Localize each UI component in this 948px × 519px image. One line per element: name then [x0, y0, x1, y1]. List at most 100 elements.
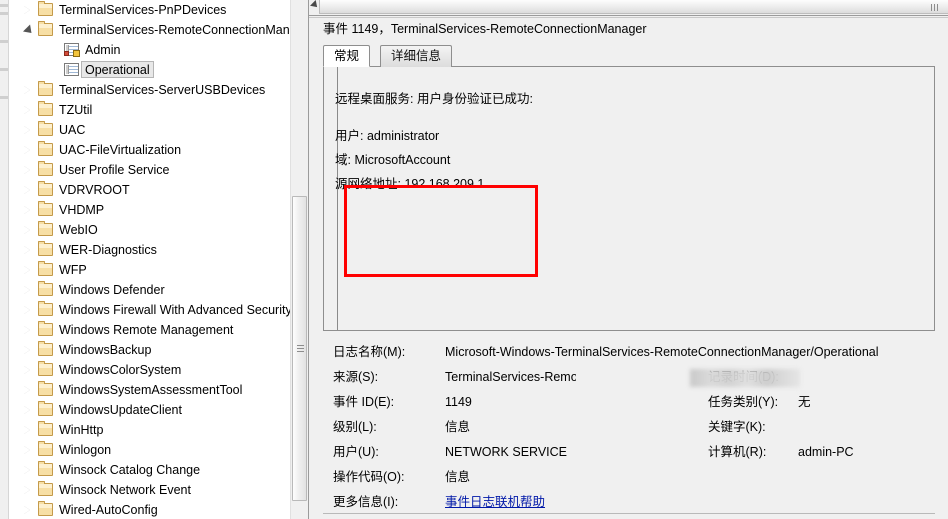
table-row: 事件 ID(E): 1149 任务类别(Y): 无 [323, 390, 935, 415]
chevron-right-icon[interactable] [24, 345, 33, 355]
tree-item-windowscolorsystem[interactable]: WindowsColorSystem [8, 360, 290, 380]
opcode-value: 信息 [445, 470, 471, 484]
chevron-right-icon[interactable] [24, 205, 33, 215]
tree-item-windows-defender[interactable]: Windows Defender [8, 280, 290, 300]
tree-item-winlogon[interactable]: Winlogon [8, 440, 290, 460]
folder-icon [38, 1, 53, 16]
tree-item-wfp[interactable]: WFP [8, 260, 290, 280]
computer-label: 计算机(R): [708, 445, 767, 459]
event-id-label: 事件 ID(E): [333, 395, 395, 409]
tab-general[interactable]: 常规 [323, 45, 371, 67]
tree-item-wer-diagnostics[interactable]: WER-Diagnostics [8, 240, 290, 260]
chevron-right-icon[interactable] [24, 385, 33, 395]
table-row: 级别(L): 信息 关键字(K): [323, 415, 935, 440]
chevron-right-icon[interactable] [24, 245, 33, 255]
tree-item-label: WinHttp [59, 423, 104, 437]
chevron-right-icon[interactable] [24, 185, 33, 195]
chevron-right-icon[interactable] [24, 465, 33, 475]
folder-icon [38, 321, 53, 336]
lock-badge-icon [73, 50, 80, 57]
tree-scrollbar-thumb[interactable] [292, 196, 307, 501]
tree-item-label: VHDMP [59, 203, 105, 217]
tree-vertical-scrollbar[interactable] [290, 0, 308, 519]
folder-icon [38, 501, 53, 516]
chevron-right-icon[interactable] [24, 405, 33, 415]
tree-item-label: WER-Diagnostics [59, 243, 157, 257]
chevron-right-icon[interactable] [24, 365, 33, 375]
tree-item-label: Windows Remote Management [59, 323, 234, 337]
alert-badge-icon [64, 51, 69, 56]
tree-item-label: Admin [85, 43, 121, 57]
tree-item-windowssystemassessmenttool[interactable]: WindowsSystemAssessmentTool [8, 380, 290, 400]
chevron-right-icon[interactable] [24, 225, 33, 235]
tree-item-tzutil[interactable]: TZUtil [8, 100, 290, 120]
tree-item-windows-firewall-with-advanced-security[interactable]: Windows Firewall With Advanced Security [8, 300, 292, 320]
tree-item-label: WindowsColorSystem [59, 363, 182, 377]
chevron-right-icon[interactable] [24, 505, 33, 515]
chevron-right-icon[interactable] [24, 105, 33, 115]
folder-icon [38, 301, 53, 316]
tree-item-user-profile-service[interactable]: User Profile Service [8, 160, 290, 180]
tree-item-terminalservices-remoteconnectionman[interactable]: TerminalServices-RemoteConnectionMan [8, 20, 290, 40]
chevron-right-icon[interactable] [24, 165, 33, 175]
table-row: 日志名称(M): Microsoft-Windows-TerminalServi… [323, 340, 935, 365]
tree-item-vdrvroot[interactable]: VDRVROOT [8, 180, 290, 200]
user-label: 用户(U): [333, 445, 379, 459]
tree-item-windows-remote-management[interactable]: Windows Remote Management [8, 320, 290, 340]
chevron-right-icon[interactable] [24, 145, 33, 155]
tree-item-label: UAC [59, 123, 86, 137]
tree-item-label: Winsock Network Event [59, 483, 191, 497]
chevron-right-icon[interactable] [24, 485, 33, 495]
chevron-right-icon[interactable] [24, 5, 33, 15]
tree-item-windowsupdateclient[interactable]: WindowsUpdateClient [8, 400, 290, 420]
event-log-online-help-link[interactable]: 事件日志联机帮助 [445, 490, 545, 515]
tree-item-operational[interactable]: Operational [8, 60, 290, 80]
log-name-value: Microsoft-Windows-TerminalServices-Remot… [445, 345, 879, 359]
tree-item-windowsbackup[interactable]: WindowsBackup [8, 340, 290, 360]
grip-icon [931, 4, 939, 11]
chevron-right-icon[interactable] [24, 305, 33, 315]
tree-item-uac[interactable]: UAC [8, 120, 290, 140]
tree-item-admin[interactable]: Admin [8, 40, 290, 60]
scroll-tick [0, 12, 8, 15]
tree-item-wired-autoconfig[interactable]: Wired-AutoConfig [8, 500, 290, 519]
horizontal-scrollbar[interactable] [319, 0, 948, 14]
tree-item-label: WindowsBackup [59, 343, 152, 357]
tree-item-webio[interactable]: WebIO [8, 220, 290, 240]
chevron-right-icon[interactable] [24, 425, 33, 435]
tree-item-vhdmp[interactable]: VHDMP [8, 200, 290, 220]
folder-icon [38, 341, 53, 356]
tree-item-terminalservices-serverusbdevices[interactable]: TerminalServices-ServerUSBDevices [8, 80, 290, 100]
folder-icon [38, 141, 53, 156]
tree-item-uac-filevirtualization[interactable]: UAC-FileVirtualization [8, 140, 290, 160]
description-line-domain: 域: MicrosoftAccount [335, 153, 451, 167]
tree-item-winsock-catalog-change[interactable]: Winsock Catalog Change [8, 460, 290, 480]
tree-item-terminalservices-pnpdevices[interactable]: TerminalServices-PnPDevices [8, 0, 290, 20]
chevron-right-icon[interactable] [24, 265, 33, 275]
channel-tree-list[interactable]: TerminalServices-PnPDevices TerminalServi… [8, 0, 292, 519]
chevron-right-icon[interactable] [24, 85, 33, 95]
chevron-right-icon[interactable] [24, 285, 33, 295]
folder-icon [38, 201, 53, 216]
folder-icon [38, 81, 53, 96]
tab-details[interactable]: 详细信息 [380, 45, 453, 67]
event-detail-pane: 事件 1149，TerminalServices-RemoteConnectio… [308, 0, 948, 519]
tree-item-winsock-network-event[interactable]: Winsock Network Event [8, 480, 290, 500]
tree-item-label: Windows Defender [59, 283, 165, 297]
chevron-right-icon[interactable] [24, 445, 33, 455]
chevron-right-icon[interactable] [24, 125, 33, 135]
log-icon [64, 63, 79, 76]
folder-icon [38, 401, 53, 416]
tree-item-label: WindowsUpdateClient [59, 403, 182, 417]
event-title: 事件 1149，TerminalServices-RemoteConnectio… [323, 22, 647, 36]
tree-item-label: TZUtil [59, 103, 93, 117]
folder-icon [38, 21, 53, 36]
divider [309, 17, 948, 18]
tree-item-winhttp[interactable]: WinHttp [8, 420, 290, 440]
log-name-label: 日志名称(M): [333, 345, 406, 359]
chevron-right-icon[interactable] [24, 325, 33, 335]
folder-icon [38, 481, 53, 496]
scroll-tick [0, 96, 8, 99]
folder-icon [38, 421, 53, 436]
chevron-down-icon[interactable] [22, 24, 36, 37]
